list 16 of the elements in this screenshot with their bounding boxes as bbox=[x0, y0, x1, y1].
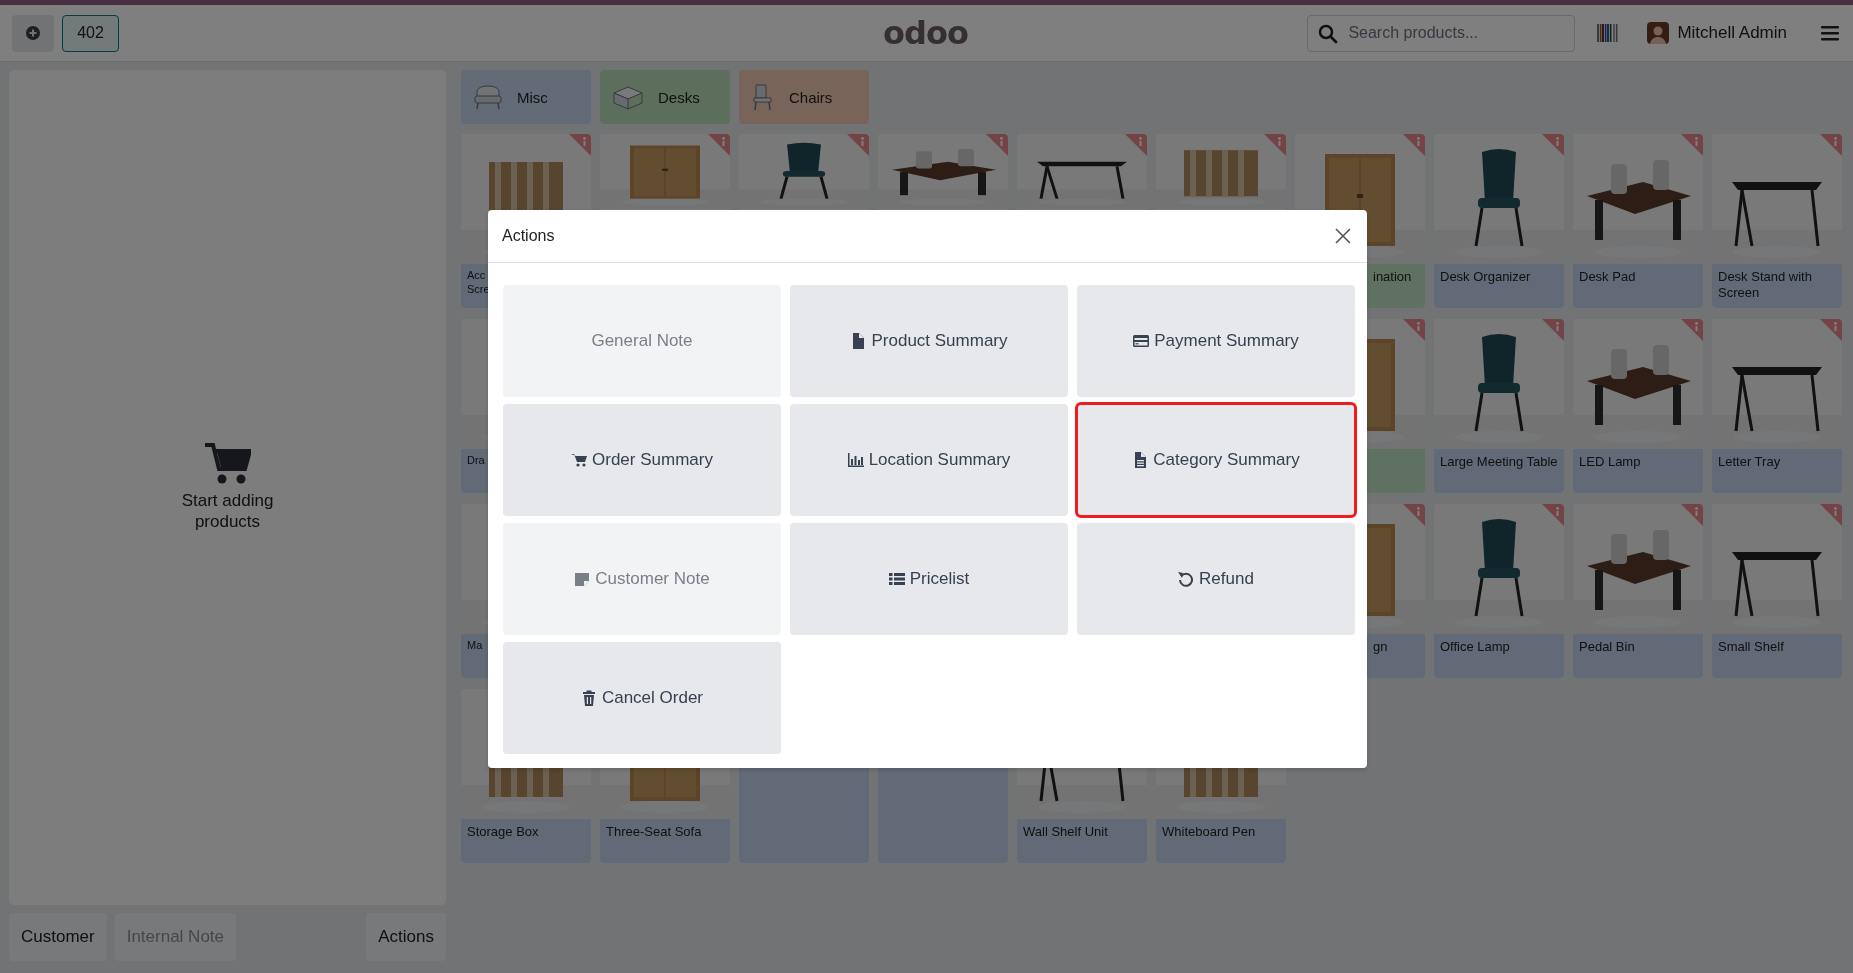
dialog-title: Actions bbox=[502, 227, 555, 245]
product-name: Desk Stand with Screen bbox=[1712, 264, 1842, 308]
product-name: Storage Box bbox=[461, 819, 591, 863]
empty-cart-message: Start adding products bbox=[180, 491, 275, 532]
product-name: Office Lamp bbox=[1434, 634, 1564, 678]
product-name: LED Lamp bbox=[1573, 449, 1703, 493]
logo: odoo bbox=[883, 14, 968, 52]
product-name: Letter Tray bbox=[1712, 449, 1842, 493]
product-name: Desk Organizer bbox=[1434, 264, 1564, 308]
product-name: Large Meeting Table bbox=[1434, 449, 1564, 493]
product-name: Wall Shelf Unit bbox=[1017, 819, 1147, 863]
product-name: Three-Seat Sofa bbox=[600, 819, 730, 863]
product-name: Desk Pad bbox=[1573, 264, 1703, 308]
product-name: Small Shelf bbox=[1712, 634, 1842, 678]
product-name: Pedal Bin bbox=[1573, 634, 1703, 678]
product-name: Whiteboard Pen bbox=[1156, 819, 1286, 863]
